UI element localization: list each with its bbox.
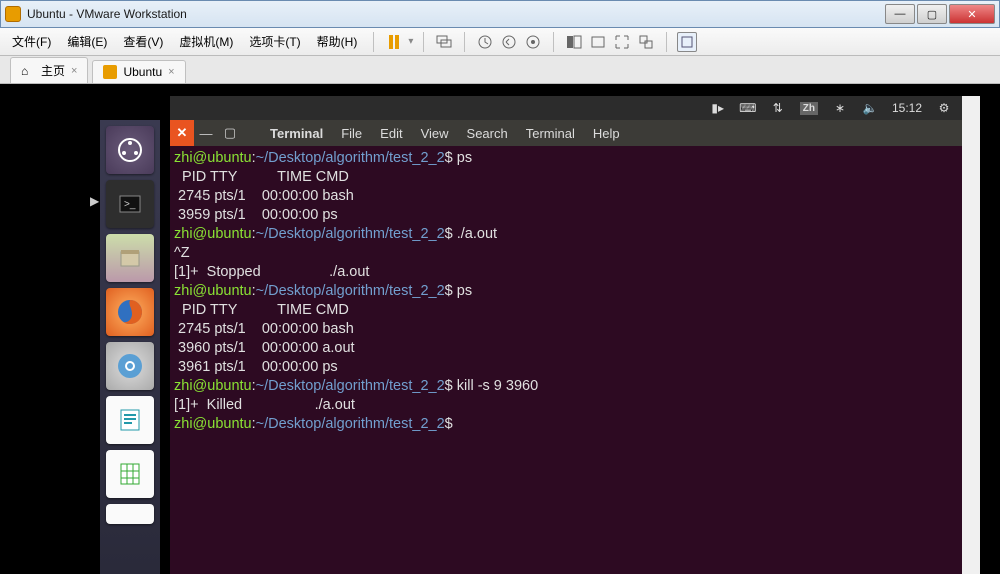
ubuntu-launcher: >_ — [100, 120, 160, 574]
ubuntu-top-panel: ▮▸ ⌨ ⇅ Zh ∗ 🔈 15:12 ⚙ — [170, 96, 962, 120]
menu-edit[interactable]: 编辑(E) — [61, 29, 113, 54]
window-titlebar: Ubuntu - VMware Workstation — ▢ ✕ — [0, 0, 1000, 28]
terminal-window: ✕ — ▢ Terminal File Edit View Search Ter… — [170, 120, 962, 574]
tab-home-label: 主页 — [41, 62, 65, 79]
tab-close-icon[interactable]: × — [71, 65, 77, 77]
terminal-icon[interactable]: >_ — [106, 180, 154, 228]
terminal-minimize-button[interactable]: — — [194, 120, 218, 146]
close-button[interactable]: ✕ — [949, 4, 995, 24]
window-controls: — ▢ ✕ — [885, 4, 995, 24]
ime-indicator[interactable]: Zh — [800, 102, 818, 115]
vmware-tabs: ⌂ 主页 × Ubuntu × — [0, 56, 1000, 84]
menu-file[interactable]: 文件(F) — [6, 29, 57, 54]
terminal-maximize-button[interactable]: ▢ — [218, 120, 242, 146]
tab-home[interactable]: ⌂ 主页 × — [10, 57, 88, 83]
library-icon[interactable] — [677, 32, 697, 52]
calc-icon[interactable] — [106, 450, 154, 498]
launcher-running-arrow: ▶ — [90, 194, 99, 208]
tab-close-icon[interactable]: × — [168, 66, 174, 78]
fullscreen-icon[interactable] — [612, 32, 632, 52]
terminal-menu-view[interactable]: View — [415, 126, 455, 141]
home-icon: ⌂ — [21, 64, 35, 78]
menu-help[interactable]: 帮助(H) — [311, 29, 364, 54]
window-title: Ubuntu - VMware Workstation — [27, 7, 885, 21]
menu-vm[interactable]: 虚拟机(M) — [173, 29, 239, 54]
scrollbar[interactable] — [962, 96, 980, 574]
volume-icon[interactable]: 🔈 — [862, 100, 878, 116]
menu-view[interactable]: 查看(V) — [117, 29, 169, 54]
separator — [423, 32, 424, 52]
gear-icon[interactable]: ⚙ — [936, 100, 952, 116]
separator — [666, 32, 667, 52]
bluetooth-icon[interactable]: ∗ — [832, 100, 848, 116]
svg-text:>_: >_ — [124, 199, 136, 210]
writer-icon[interactable] — [106, 396, 154, 444]
send-ctrl-alt-del-icon[interactable] — [434, 32, 454, 52]
dash-icon[interactable] — [106, 126, 154, 174]
vmware-menubar: 文件(F) 编辑(E) 查看(V) 虚拟机(M) 选项卡(T) 帮助(H) ▾ — [0, 28, 1000, 56]
snapshot-icon[interactable] — [475, 32, 495, 52]
separator — [553, 32, 554, 52]
usb-icon[interactable]: ▮▸ — [710, 100, 726, 116]
terminal-menu-file[interactable]: File — [335, 126, 368, 141]
tab-ubuntu[interactable]: Ubuntu × — [92, 60, 185, 83]
thumbnails-icon[interactable] — [588, 32, 608, 52]
terminal-menu-help[interactable]: Help — [587, 126, 626, 141]
terminal-menu-search[interactable]: Search — [461, 126, 514, 141]
terminal-menu-terminal[interactable]: Terminal — [520, 126, 581, 141]
keyboard-icon[interactable]: ⌨ — [740, 100, 756, 116]
vmware-icon — [5, 6, 21, 22]
vm-icon — [103, 65, 117, 79]
terminal-close-button[interactable]: ✕ — [170, 120, 194, 146]
terminal-body[interactable]: zhi@ubuntu:~/Desktop/algorithm/test_2_2$… — [170, 146, 962, 574]
clock[interactable]: 15:12 — [892, 101, 922, 115]
maximize-button[interactable]: ▢ — [917, 4, 947, 24]
show-console-icon[interactable] — [564, 32, 584, 52]
menu-tabs[interactable]: 选项卡(T) — [243, 29, 306, 54]
chromium-icon[interactable] — [106, 342, 154, 390]
terminal-title: Terminal — [264, 126, 329, 141]
pause-button[interactable] — [384, 32, 404, 52]
impress-icon[interactable] — [106, 504, 154, 524]
firefox-icon[interactable] — [106, 288, 154, 336]
terminal-titlebar[interactable]: ✕ — ▢ Terminal File Edit View Search Ter… — [170, 120, 962, 146]
terminal-menu-edit[interactable]: Edit — [374, 126, 408, 141]
unity-icon[interactable] — [636, 32, 656, 52]
vm-display: ▮▸ ⌨ ⇅ Zh ∗ 🔈 15:12 ⚙ >_ ▶ ✕ — ▢ Termina… — [0, 84, 1000, 574]
revert-icon[interactable] — [499, 32, 519, 52]
minimize-button[interactable]: — — [885, 4, 915, 24]
network-icon[interactable]: ⇅ — [770, 100, 786, 116]
tab-ubuntu-label: Ubuntu — [123, 65, 162, 79]
separator — [464, 32, 465, 52]
separator — [373, 32, 374, 52]
manage-icon[interactable] — [523, 32, 543, 52]
files-icon[interactable] — [106, 234, 154, 282]
